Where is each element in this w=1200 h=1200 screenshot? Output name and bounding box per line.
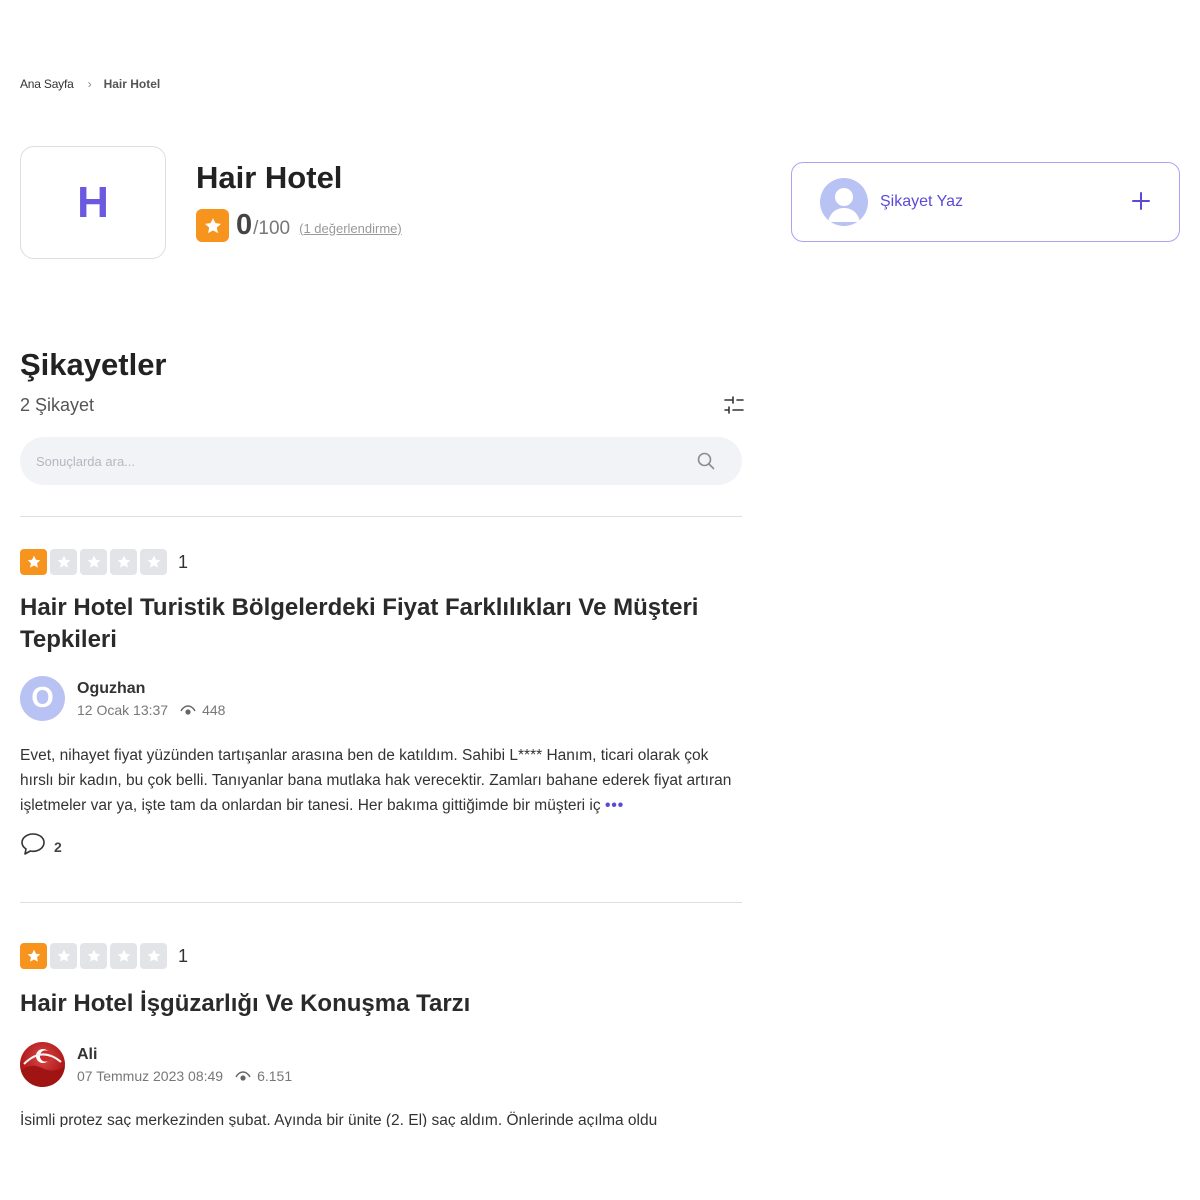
write-complaint-button[interactable]: Şikayet Yaz [791,162,1180,242]
complaint-title-link[interactable]: Hair Hotel İşgüzarlığı Ve Konuşma Tarzı [20,988,742,1020]
chevron-right-icon: › [87,77,92,91]
star-icon [110,943,137,969]
search-bar [20,437,742,485]
avatar [20,1042,65,1087]
complaint-body-text: İsimli protez saç merkezinden şubat. Ayı… [20,1112,658,1127]
score-max: /100 [253,217,291,239]
brand-logo: H [20,146,166,259]
comment-count: 2 [54,838,62,855]
author-name: Ali [77,1045,98,1063]
complaint-count: 2 Şikayet [20,395,95,415]
eye-icon [235,1070,251,1082]
divider [20,516,742,517]
author-row: Ali 07 Temmuz 2023 08:49 6.151 [20,1042,742,1087]
complaint-date: 12 Ocak 13:37 [77,701,169,718]
avatar: O [20,676,65,721]
rating-value: 1 [178,551,189,572]
rating-stars: 1 [20,943,742,969]
star-icon [196,209,229,242]
breadcrumb: Ana Sayfa › Hair Hotel [20,77,160,91]
star-icon [50,549,77,575]
rating-count-link[interactable]: (1 değerlendirme) [299,221,402,236]
complaint-date: 07 Temmuz 2023 08:49 [77,1067,224,1084]
comments-button[interactable]: 2 [20,832,742,861]
section-title: Şikayetler [20,347,167,382]
complaint-body[interactable]: İsimli protez saç merkezinden şubat. Ayı… [20,1108,742,1127]
complaint-card: 1 Hair Hotel İşgüzarlığı Ve Konuşma Tarz… [20,943,742,1127]
write-complaint-label: Şikayet Yaz [880,193,964,210]
divider [20,902,742,903]
eye-icon [180,704,196,716]
rating-stars: 1 [20,549,742,575]
search-input[interactable] [36,453,696,469]
star-icon [110,549,137,575]
breadcrumb-current: Hair Hotel [103,77,161,91]
score-value: 0 [236,209,253,241]
complaint-body-text: Evet, nihayet fiyat yüzünden tartışanlar… [20,747,732,814]
star-icon [80,549,107,575]
star-icon [20,549,47,575]
star-icon [20,943,47,969]
star-icon [50,943,77,969]
complaint-card: 1 Hair Hotel Turistik Bölgelerdeki Fiyat… [20,549,742,861]
star-icon [140,943,167,969]
search-icon[interactable] [696,451,716,471]
rating-value: 1 [178,945,189,966]
comment-bubble-icon [20,832,46,861]
complaint-title-link[interactable]: Hair Hotel Turistik Bölgelerdeki Fiyat F… [20,592,742,656]
user-avatar-icon [820,178,868,226]
author-row: O Oguzhan 12 Ocak 13:37 448 [20,676,742,721]
author-name: Oguzhan [77,679,146,697]
star-icon [140,549,167,575]
brand-name: Hair Hotel [196,160,343,195]
breadcrumb-home-link[interactable]: Ana Sayfa [20,77,74,91]
plus-icon [1131,188,1151,216]
star-icon [80,943,107,969]
complaint-body[interactable]: Evet, nihayet fiyat yüzünden tartışanlar… [20,743,742,818]
filter-icon[interactable] [722,394,746,416]
view-count: 448 [202,701,226,718]
read-more-button[interactable]: ••• [605,797,624,814]
brand-score: 0 /100 (1 değerlendirme) [196,209,402,242]
brand-logo-letter: H [77,177,109,227]
view-count: 6.151 [257,1067,293,1084]
